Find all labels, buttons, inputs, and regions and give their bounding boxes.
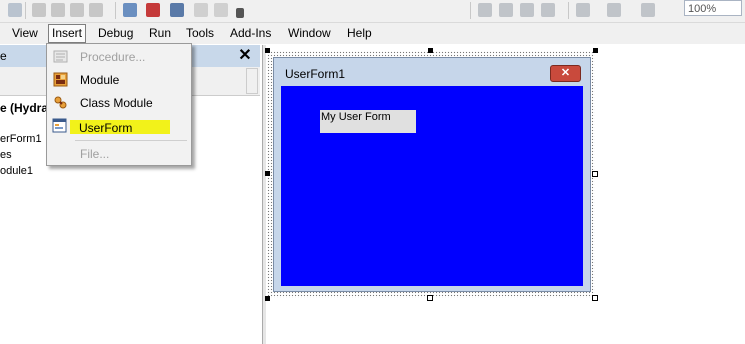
procedure-icon <box>53 50 68 63</box>
resize-handle[interactable] <box>592 295 598 301</box>
tree-modules-node[interactable]: es <box>0 149 12 161</box>
find-icon[interactable] <box>170 3 184 17</box>
resize-handle[interactable] <box>592 171 598 177</box>
redo-icon[interactable] <box>214 3 228 17</box>
menu-tools[interactable]: Tools <box>186 26 214 41</box>
menu-help[interactable]: Help <box>347 26 372 41</box>
bring-front-icon[interactable] <box>478 3 492 17</box>
menu-item-procedure[interactable]: Procedure... <box>47 46 189 68</box>
toolbar-overflow-icon[interactable] <box>236 8 244 18</box>
class-module-icon <box>54 96 67 109</box>
project-explorer-title: e <box>0 49 7 63</box>
resize-handle[interactable] <box>427 295 433 301</box>
tree-project-node[interactable]: e (Hydra <box>0 101 48 115</box>
menu-item-label: File... <box>80 147 110 161</box>
cut-icon[interactable] <box>51 3 65 17</box>
menu-view[interactable]: View <box>12 26 38 41</box>
zoom-combobox[interactable]: 100% <box>684 0 742 16</box>
scroll-down-icon[interactable] <box>246 68 258 94</box>
resize-handle[interactable] <box>265 296 270 301</box>
resize-handle[interactable] <box>265 171 270 176</box>
toolbar-separator <box>568 2 569 19</box>
close-icon[interactable]: ✕ <box>236 47 254 65</box>
toolbar-separator <box>470 2 471 19</box>
module-toolbar-icon[interactable] <box>146 3 160 17</box>
center-icon[interactable] <box>607 3 621 17</box>
copy-icon[interactable] <box>70 3 84 17</box>
menu-insert[interactable]: Insert <box>48 24 87 43</box>
resize-handle[interactable] <box>428 48 433 53</box>
menu-run[interactable]: Run <box>149 26 171 41</box>
make-same-size-icon[interactable] <box>641 3 655 17</box>
menu-separator <box>75 140 187 141</box>
menu-debug[interactable]: Debug <box>98 26 133 41</box>
menu-add-ins[interactable]: Add-Ins <box>230 26 271 41</box>
userform-toolbar-icon[interactable] <box>123 3 137 17</box>
userform-icon <box>52 118 67 133</box>
undo-icon[interactable] <box>194 3 208 17</box>
userform-label[interactable]: My User Form <box>320 110 416 133</box>
insert-menu-dropdown: Procedure... Module Class Module File... <box>46 43 192 166</box>
standard-toolbar: 100% <box>0 0 745 23</box>
menu-item-label-userform: UserForm <box>79 121 133 135</box>
hand-icon[interactable] <box>32 3 46 17</box>
send-back-icon[interactable] <box>499 3 513 17</box>
userform-title: UserForm1 <box>285 67 346 81</box>
menu-item-label: Module <box>80 73 120 87</box>
module-icon <box>53 72 68 87</box>
userform-close-button[interactable]: ✕ <box>550 65 581 82</box>
resize-handle[interactable] <box>265 48 270 53</box>
paste-icon[interactable] <box>89 3 103 17</box>
toolbar-separator <box>115 2 116 19</box>
save-icon[interactable] <box>8 3 22 17</box>
menu-item-file[interactable]: File... <box>47 143 189 165</box>
tree-userform1-node[interactable]: erForm1 <box>0 133 42 145</box>
menu-item-class-module[interactable]: Class Module <box>47 92 189 114</box>
menu-window[interactable]: Window <box>288 26 331 41</box>
menu-item-label: Class Module <box>80 96 153 110</box>
ungroup-icon[interactable] <box>541 3 555 17</box>
resize-handle[interactable] <box>593 48 598 53</box>
toolbar-separator <box>25 2 26 19</box>
menu-item-label: Procedure... <box>80 50 146 64</box>
tree-module1-node[interactable]: odule1 <box>0 165 33 177</box>
menu-item-module[interactable]: Module <box>47 69 189 91</box>
group-icon[interactable] <box>520 3 534 17</box>
align-icon[interactable] <box>576 3 590 17</box>
menu-bar: View Insert Debug Run Tools Add-Ins Wind… <box>0 23 745 44</box>
